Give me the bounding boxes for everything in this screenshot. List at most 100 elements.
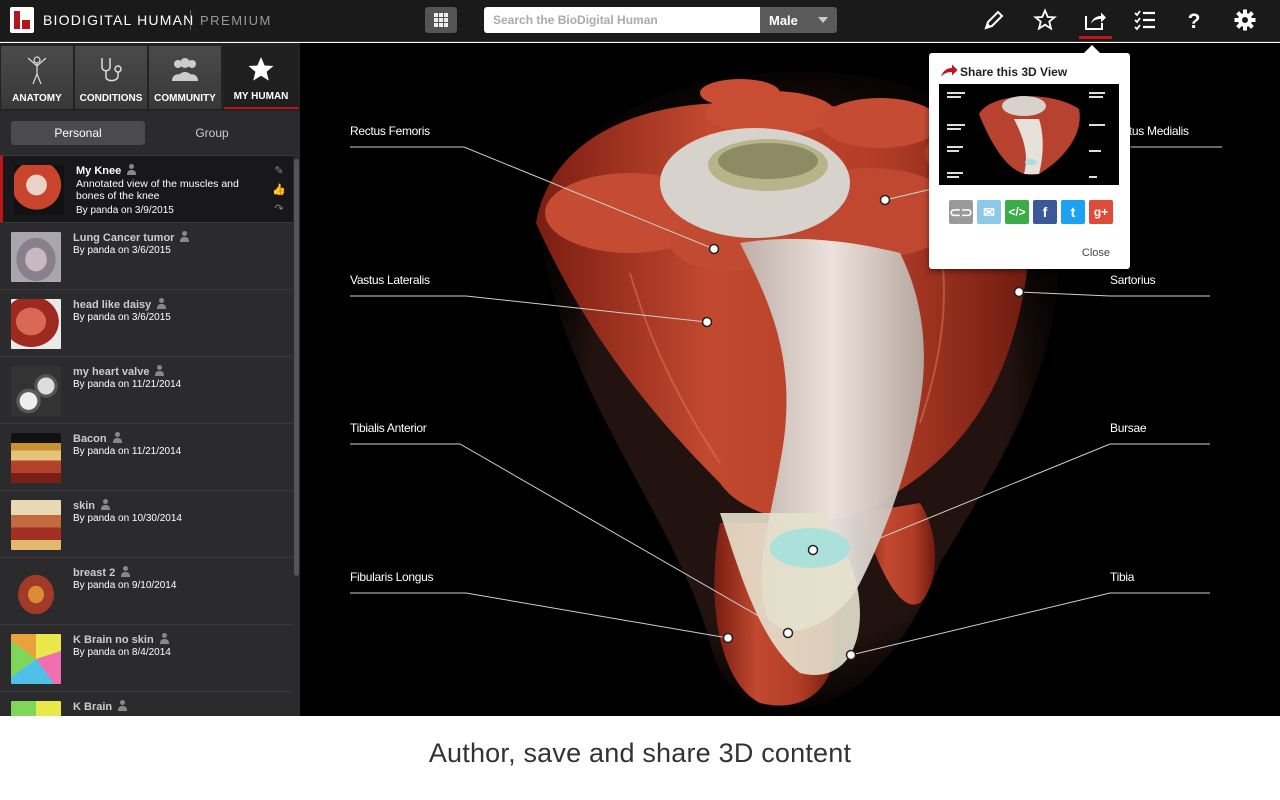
subtab-group[interactable]: Group <box>145 121 279 145</box>
item-title: skin <box>73 500 96 512</box>
svg-text:?: ? <box>1188 10 1201 32</box>
list-item[interactable]: Bacon By panda on 11/21/2014 <box>0 423 293 490</box>
star-icon[interactable] <box>1028 4 1062 36</box>
list-item[interactable]: My Knee Annotated view of the muscles an… <box>0 155 293 222</box>
tab-anatomy[interactable]: ANATOMY <box>1 46 74 109</box>
item-byline: By panda on 11/21/2014 <box>73 446 182 457</box>
knee-model[interactable] <box>300 43 1280 716</box>
gear-icon[interactable] <box>1228 4 1262 36</box>
label-bursae[interactable]: Bursae <box>1110 421 1147 435</box>
tab-label: COMMUNITY <box>154 93 216 104</box>
user-icon <box>179 231 190 242</box>
checklist-icon[interactable] <box>1128 4 1162 36</box>
share-icon[interactable]: ↷ <box>271 202 287 221</box>
item-byline: By panda on 11/21/2014 <box>73 379 182 390</box>
item-title: K Brain no skin <box>73 634 154 646</box>
user-icon <box>117 700 128 711</box>
tab-community[interactable]: COMMUNITY <box>149 46 222 109</box>
thumbnail <box>11 433 61 483</box>
user-icon <box>156 298 167 309</box>
item-title: My Knee <box>76 165 122 177</box>
twitter-icon[interactable]: t <box>1061 200 1085 224</box>
caption-bar: Author, save and share 3D content <box>0 716 1280 800</box>
list-item[interactable]: head like daisy By panda on 3/6/2015 <box>0 289 293 356</box>
label-sartorius[interactable]: Sartorius <box>1110 273 1156 287</box>
thumbnail <box>11 634 61 684</box>
tab-label: ANATOMY <box>12 93 62 104</box>
apps-grid-button[interactable] <box>425 7 457 33</box>
community-icon <box>172 58 198 81</box>
item-title: Lung Cancer tumor <box>73 232 175 244</box>
saved-views-list: My Knee Annotated view of the muscles an… <box>0 155 293 716</box>
user-icon <box>126 164 137 175</box>
list-item[interactable]: my heart valve By panda on 11/21/2014 <box>0 356 293 423</box>
edit-icon[interactable]: ✎ <box>271 164 287 183</box>
tab-conditions[interactable]: CONDITIONS <box>75 46 148 109</box>
3d-viewer[interactable]: Rectus Femoris Vastus Medialis Vastus La… <box>300 43 1280 716</box>
help-icon[interactable]: ? <box>1177 4 1211 36</box>
user-icon <box>154 365 165 376</box>
list-item[interactable]: K Brain <box>0 691 293 716</box>
embed-icon[interactable]: </> <box>1005 200 1029 224</box>
share-title: Share this 3D View <box>960 65 1068 79</box>
list-item[interactable]: K Brain no skin By panda on 8/4/2014 <box>0 624 293 691</box>
list-scrollbar[interactable] <box>293 155 300 716</box>
sex-select-value: Male <box>769 13 798 28</box>
item-description: Annotated view of the muscles and bones … <box>76 178 239 202</box>
like-icon[interactable]: 👍 <box>271 183 287 202</box>
subtab-personal[interactable]: Personal <box>11 121 145 145</box>
item-byline: By panda on 10/30/2014 <box>73 513 182 524</box>
list-item[interactable]: breast 2 By panda on 9/10/2014 <box>0 557 293 624</box>
biodigital-logo-icon[interactable] <box>10 7 34 33</box>
chevron-down-icon <box>818 17 828 23</box>
share-close-button[interactable]: Close <box>1082 247 1110 259</box>
top-bar: BIODIGITAL HUMAN PREMIUM Male ? <box>0 0 1280 42</box>
brand-tier: PREMIUM <box>200 13 272 28</box>
list-item[interactable]: skin By panda on 10/30/2014 <box>0 490 293 557</box>
user-icon <box>100 499 111 510</box>
active-tool-indicator <box>1079 36 1112 39</box>
label-fibularis-longus[interactable]: Fibularis Longus <box>350 570 434 584</box>
thumbnail <box>11 701 61 716</box>
item-title: K Brain <box>73 701 113 713</box>
item-title: Bacon <box>73 433 107 445</box>
list-item[interactable]: Lung Cancer tumor By panda on 3/6/2015 <box>0 222 293 289</box>
email-icon[interactable]: ✉ <box>977 200 1001 224</box>
tab-label: CONDITIONS <box>79 93 143 104</box>
item-byline: By panda on 3/6/2015 <box>73 245 171 256</box>
star-icon <box>248 57 274 81</box>
caption: Author, save and share 3D content <box>428 738 852 768</box>
label-rectus-femoris[interactable]: Rectus Femoris <box>350 124 430 138</box>
sex-select[interactable]: Male <box>760 7 837 33</box>
thumbnail <box>11 232 61 282</box>
sidebar-tabs: ANATOMY CONDITIONS COMMUNITY MY HUMAN <box>0 43 300 111</box>
item-title: breast 2 <box>73 567 116 579</box>
label-tibia[interactable]: Tibia <box>1110 570 1134 584</box>
thumbnail <box>11 500 61 550</box>
share-preview-image <box>939 84 1119 185</box>
label-tibialis-anterior[interactable]: Tibialis Anterior <box>350 421 427 435</box>
tab-my-human[interactable]: MY HUMAN <box>224 46 299 109</box>
share-icon[interactable] <box>1078 4 1112 36</box>
link-icon[interactable]: ⊂⊃ <box>949 200 973 224</box>
thumbnail <box>14 165 64 215</box>
thumbnail <box>11 299 61 349</box>
brand-name: BIODIGITAL HUMAN <box>43 12 195 28</box>
item-actions: ✎ 👍 ↷ <box>271 164 287 221</box>
pencil-icon[interactable] <box>977 4 1011 36</box>
item-byline: By panda on 3/9/2015 <box>76 205 174 216</box>
search-input[interactable] <box>484 7 761 33</box>
facebook-icon[interactable]: f <box>1033 200 1057 224</box>
user-icon <box>120 566 131 577</box>
sidebar: ANATOMY CONDITIONS COMMUNITY MY HUMAN Pe… <box>0 43 300 716</box>
google-plus-icon[interactable]: g+ <box>1089 200 1113 224</box>
subtabs: Personal Group <box>0 111 300 155</box>
user-icon <box>159 633 170 644</box>
item-title: my heart valve <box>73 366 150 378</box>
item-byline: By panda on 9/10/2014 <box>73 580 177 591</box>
brand-divider <box>190 10 191 30</box>
share-popup: Share this 3D View ⊂⊃ ✉ </> f t g+ Close <box>929 45 1130 269</box>
label-vastus-lateralis[interactable]: Vastus Lateralis <box>350 273 430 287</box>
item-byline: By panda on 8/4/2014 <box>73 647 171 658</box>
scrollbar-thumb[interactable] <box>294 159 299 576</box>
